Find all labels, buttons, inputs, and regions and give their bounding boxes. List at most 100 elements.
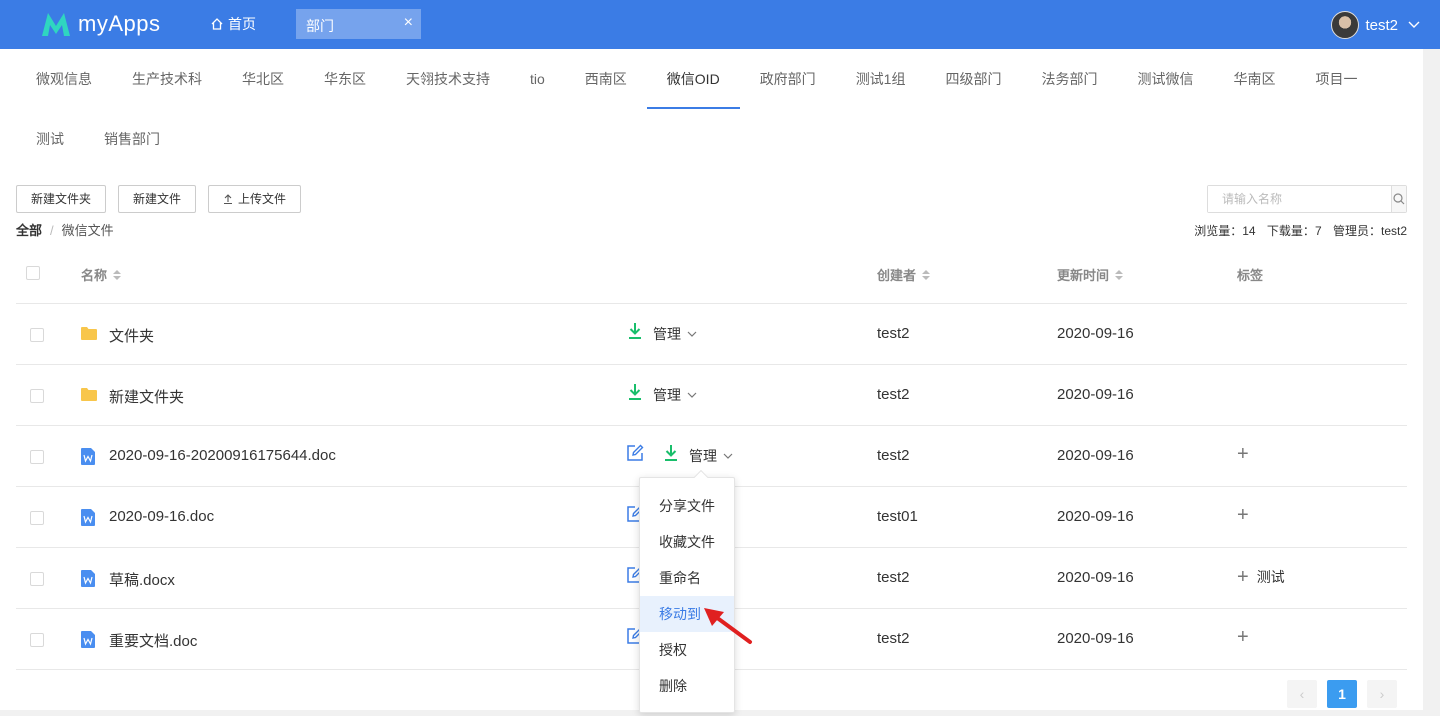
updated-date-cell: 2020-09-16	[1057, 447, 1134, 464]
category-tab-row1-5[interactable]: tio	[510, 49, 565, 109]
file-name[interactable]: 新建文件夹	[109, 386, 184, 407]
file-name[interactable]: 草稿.docx	[109, 569, 175, 590]
creator-cell: test2	[877, 569, 910, 586]
add-tag-icon[interactable]: +	[1237, 444, 1249, 464]
dropdown-item[interactable]: 重命名	[640, 560, 734, 596]
folder-icon	[81, 388, 97, 401]
category-tab-row2-1[interactable]: 销售部门	[84, 109, 180, 169]
category-tab-row2-0[interactable]: 测试	[16, 109, 84, 169]
category-tabs-row-1: 微观信息 生产技术科 华北区 华东区 天翎技术支持 tio 西南区 微信OID 政府部门 测试1组…	[16, 49, 1377, 109]
category-tab-row1-2[interactable]: 华北区	[222, 49, 304, 109]
dropdown-item[interactable]: 收藏文件	[640, 524, 734, 560]
select-all-checkbox[interactable]	[26, 266, 40, 280]
download-icon[interactable]	[628, 322, 642, 340]
tag-cell: +	[1237, 627, 1257, 647]
category-tab-row1-14[interactable]: 项目一	[1295, 49, 1377, 109]
add-tag-icon[interactable]: +	[1237, 505, 1249, 525]
creator-cell: test2	[877, 386, 910, 403]
chevron-down-icon	[687, 392, 697, 398]
column-header-creator[interactable]: 创建者	[877, 265, 931, 284]
column-header-updated[interactable]: 更新时间	[1057, 265, 1124, 284]
column-header-tags: 标签	[1237, 265, 1263, 284]
app-logo[interactable]: myApps	[40, 9, 160, 39]
upload-file-button[interactable]: 上传文件	[208, 185, 302, 213]
category-tab-row1-1[interactable]: 生产技术科	[112, 49, 222, 109]
dropdown-item[interactable]: 删除	[640, 668, 734, 704]
manage-dropdown-trigger[interactable]: 管理	[653, 324, 697, 344]
category-tab-row1-13[interactable]: 华南区	[1213, 49, 1295, 109]
row-checkbox[interactable]	[30, 389, 44, 403]
chevron-down-icon	[723, 453, 733, 459]
category-tab-row1-3[interactable]: 华东区	[304, 49, 386, 109]
file-name[interactable]: 重要文档.doc	[109, 630, 197, 651]
chevron-down-icon	[687, 331, 697, 337]
category-tab-row1-11[interactable]: 法务部门	[1021, 49, 1117, 109]
close-tab-icon[interactable]: ×	[404, 14, 413, 32]
vertical-scrollbar[interactable]	[1423, 49, 1440, 716]
folder-icon	[81, 327, 97, 340]
admin-name: test2	[1380, 224, 1407, 238]
tag-label[interactable]: 测试	[1257, 567, 1285, 587]
annotation-arrow-icon	[704, 608, 752, 644]
search-box	[1207, 185, 1407, 213]
dropdown-item[interactable]: 分享文件	[640, 488, 734, 524]
breadcrumb-root[interactable]: 全部	[16, 223, 42, 238]
file-name[interactable]: 2020-09-16-20200916175644.doc	[109, 447, 336, 464]
logo-icon	[42, 13, 70, 36]
next-page-button[interactable]: ›	[1367, 680, 1397, 708]
file-name[interactable]: 文件夹	[109, 325, 154, 346]
row-checkbox[interactable]	[30, 572, 44, 586]
views-label: 浏览量：	[1194, 224, 1243, 238]
manage-dropdown-menu: 分享文件 收藏文件 重命名 移动到 授权 删除	[639, 469, 735, 713]
sort-icon	[922, 269, 931, 280]
category-tabs-row-2: 测试 销售部门	[16, 109, 180, 169]
search-input[interactable]	[1208, 186, 1391, 212]
new-file-button[interactable]: 新建文件	[118, 185, 197, 213]
prev-page-button[interactable]: ‹	[1287, 680, 1317, 708]
tag-cell: + 测试	[1237, 567, 1285, 587]
word-doc-icon	[81, 631, 95, 648]
category-tab-row1-12[interactable]: 测试微信	[1117, 49, 1213, 109]
table-header: 名称 创建者 更新时间 标签	[16, 243, 1407, 304]
category-tab-row1-10[interactable]: 四级部门	[925, 49, 1021, 109]
tag-cell: +	[1237, 505, 1257, 525]
upload-icon	[224, 194, 232, 204]
add-tag-icon[interactable]: +	[1237, 567, 1249, 587]
breadcrumb: 全部 / 微信文件	[16, 220, 114, 239]
download-icon[interactable]	[664, 444, 678, 462]
category-tab-row1-9[interactable]: 测试1组	[836, 49, 926, 109]
edit-icon[interactable]	[626, 444, 644, 462]
table-row[interactable]: 新建文件夹 管理 test2 2020-09-16	[16, 365, 1407, 426]
category-tab-row1-0[interactable]: 微观信息	[16, 49, 112, 109]
breadcrumb-current: 微信文件	[61, 223, 114, 238]
creator-cell: test01	[877, 508, 918, 525]
row-checkbox[interactable]	[30, 511, 44, 525]
manage-dropdown-trigger[interactable]: 管理	[653, 385, 697, 405]
page-1-button[interactable]: 1	[1327, 680, 1357, 708]
row-checkbox[interactable]	[30, 328, 44, 342]
category-tab-row1-6[interactable]: 西南区	[565, 49, 647, 109]
upload-file-label: 上传文件	[238, 192, 287, 206]
user-menu[interactable]: test2	[1331, 11, 1420, 39]
category-tab-row1-7[interactable]: 微信OID	[646, 49, 740, 109]
open-tab-department[interactable]: 部门 ×	[296, 9, 421, 39]
category-tab-row1-8[interactable]: 政府部门	[740, 49, 836, 109]
search-button[interactable]	[1391, 186, 1406, 212]
manage-dropdown-trigger[interactable]: 管理	[689, 446, 733, 466]
new-folder-button[interactable]: 新建文件夹	[16, 185, 107, 213]
download-icon[interactable]	[628, 383, 642, 401]
row-checkbox[interactable]	[30, 633, 44, 647]
user-name: test2	[1365, 16, 1398, 34]
row-checkbox[interactable]	[30, 450, 44, 464]
table-row[interactable]: 文件夹 管理 test2 2020-09-16	[16, 304, 1407, 365]
word-doc-icon	[81, 570, 95, 587]
add-tag-icon[interactable]: +	[1237, 627, 1249, 647]
manage-label: 管理	[653, 387, 681, 403]
category-tab-row1-4[interactable]: 天翎技术支持	[386, 49, 510, 109]
home-tab[interactable]: 首页	[210, 14, 256, 34]
open-tab-label: 部门	[306, 18, 334, 34]
column-header-name[interactable]: 名称	[81, 265, 122, 284]
chevron-down-icon	[1408, 21, 1420, 28]
file-name[interactable]: 2020-09-16.doc	[109, 508, 214, 525]
views-count: 14	[1242, 224, 1256, 238]
